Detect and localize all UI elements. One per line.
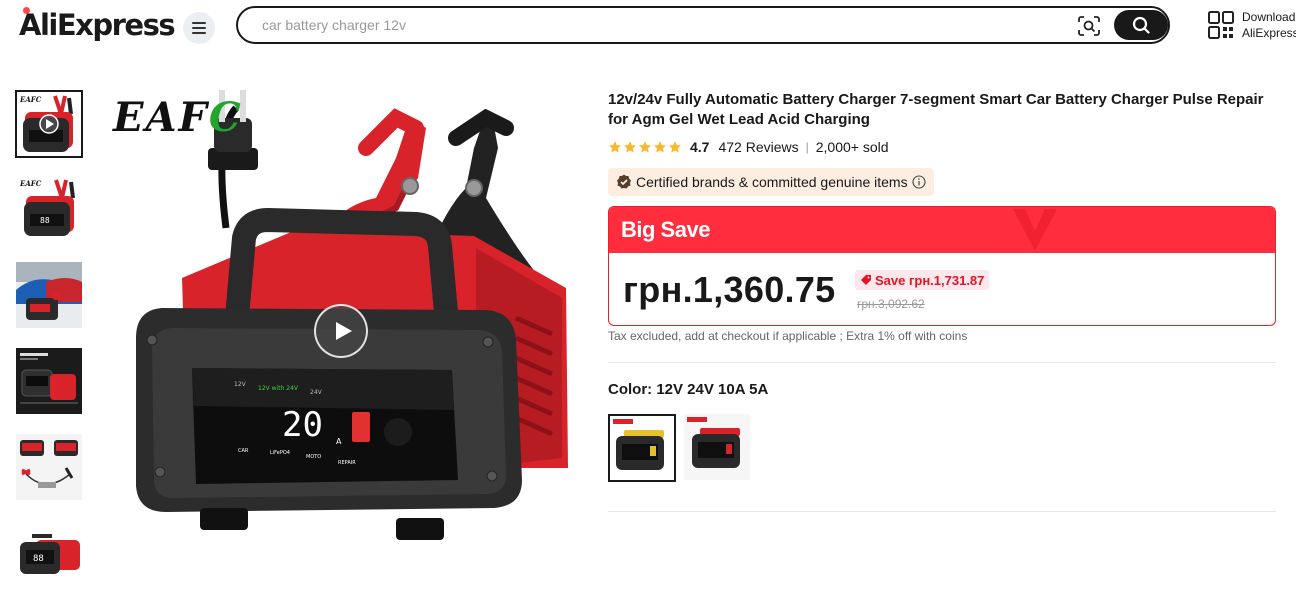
thumbnail-features-image: [16, 348, 82, 414]
star-icon: [623, 141, 637, 153]
divider: [608, 362, 1276, 363]
thumbnail-1[interactable]: EAFC: [15, 90, 83, 158]
logo-dot: [23, 7, 30, 14]
brand-logo-text: EAF: [113, 94, 209, 141]
download-app-link[interactable]: Download AliExpress: [1242, 9, 1296, 41]
aliexpress-logo[interactable]: AliExpress: [19, 7, 176, 42]
color-option-2[interactable]: [684, 414, 752, 482]
svg-text:88: 88: [33, 554, 44, 564]
search-bar: [236, 6, 1170, 44]
color-option-image: [684, 414, 750, 480]
svg-text:A: A: [336, 437, 342, 446]
star-icon: [608, 141, 622, 153]
svg-text:24V: 24V: [310, 389, 323, 396]
download-line2: AliExpress: [1242, 26, 1296, 40]
star-icon: [668, 141, 682, 153]
svg-text:LiFePO4: LiFePO4: [270, 450, 290, 456]
download-line1: Download: [1242, 10, 1296, 24]
savings-text: Save грн.1,731.87: [875, 272, 985, 288]
search-button[interactable]: [1114, 10, 1168, 40]
rating-value: 4.7: [690, 139, 710, 155]
qr-code-icon[interactable]: [1208, 11, 1234, 39]
star-icon: [653, 141, 667, 153]
thumbnail-2[interactable]: EAFC 88: [16, 176, 82, 242]
svg-text:20: 20: [282, 405, 323, 445]
thumbnail-charger-image: EAFC 88: [16, 176, 82, 242]
header: AliExpress Download AliExpress: [0, 0, 1296, 56]
big-save-label: Big Save: [621, 217, 710, 242]
thumbnail-car-scene-image: [16, 262, 82, 328]
svg-text:CAR: CAR: [238, 448, 249, 454]
certified-check-icon: [617, 174, 631, 189]
original-price: грн.3,092.62: [857, 297, 925, 311]
star-icon: [638, 141, 652, 153]
hamburger-icon: [192, 22, 206, 34]
separator: |: [805, 140, 809, 154]
svg-text:EAFC: EAFC: [19, 95, 42, 104]
thumbnail-charger-image: EAFC: [17, 92, 81, 156]
svg-text:12V: 12V: [234, 381, 247, 388]
certified-text: Certified brands & committed genuine ite…: [636, 174, 908, 190]
image-search-icon[interactable]: [1078, 16, 1100, 36]
search-input[interactable]: [262, 15, 1042, 35]
color-option-image: [610, 416, 674, 480]
price-box: Big Save грн.1,360.75 Save грн.1,731.87 …: [608, 206, 1276, 326]
thumbnail-3[interactable]: [16, 262, 82, 328]
menu-button[interactable]: [183, 12, 215, 44]
thumbnail-accessories-image: [16, 434, 82, 500]
product-title: 12v/24v Fully Automatic Battery Charger …: [608, 91, 1264, 128]
info-icon[interactable]: [912, 175, 926, 189]
svg-text:12V with 24V: 12V with 24V: [258, 385, 299, 392]
svg-text:EAFC: EAFC: [19, 179, 42, 188]
brand-logo-accent: C: [208, 94, 243, 141]
rating-row: 4.7 472 Reviews | 2,000+ sold: [608, 138, 889, 156]
thumbnail-4[interactable]: [16, 348, 82, 414]
savings-tag: Save грн.1,731.87: [855, 270, 990, 290]
search-icon: [1132, 16, 1150, 34]
video-play-button[interactable]: [314, 304, 368, 358]
svg-text:88: 88: [40, 216, 50, 225]
current-price: грн.1,360.75: [623, 269, 836, 310]
svg-text:REPAIR: REPAIR: [338, 460, 356, 466]
sold-count: 2,000+ sold: [815, 139, 889, 155]
divider: [608, 511, 1276, 512]
star-rating: [608, 140, 682, 154]
reviews-link[interactable]: 472 Reviews: [718, 139, 798, 155]
thumbnail-5[interactable]: [16, 434, 82, 500]
tax-note: Tax excluded, add at checkout if applica…: [608, 329, 968, 343]
thumbnail-charger-side-image: 88: [16, 520, 82, 586]
color-option-1[interactable]: [608, 414, 676, 482]
big-save-banner: Big Save: [609, 207, 1275, 253]
logo-text: AliExpress: [19, 8, 176, 42]
aliexpress-watermark-icon: [1013, 209, 1057, 251]
save-tag-icon: [861, 275, 871, 285]
svg-text:MOTO: MOTO: [306, 454, 321, 460]
thumbnail-6[interactable]: 88: [16, 520, 82, 586]
certified-badge[interactable]: Certified brands & committed genuine ite…: [608, 168, 934, 196]
play-icon: [336, 322, 352, 340]
brand-logo: EAFC: [113, 94, 243, 141]
color-label: Color: 12V 24V 10A 5A: [608, 381, 769, 398]
